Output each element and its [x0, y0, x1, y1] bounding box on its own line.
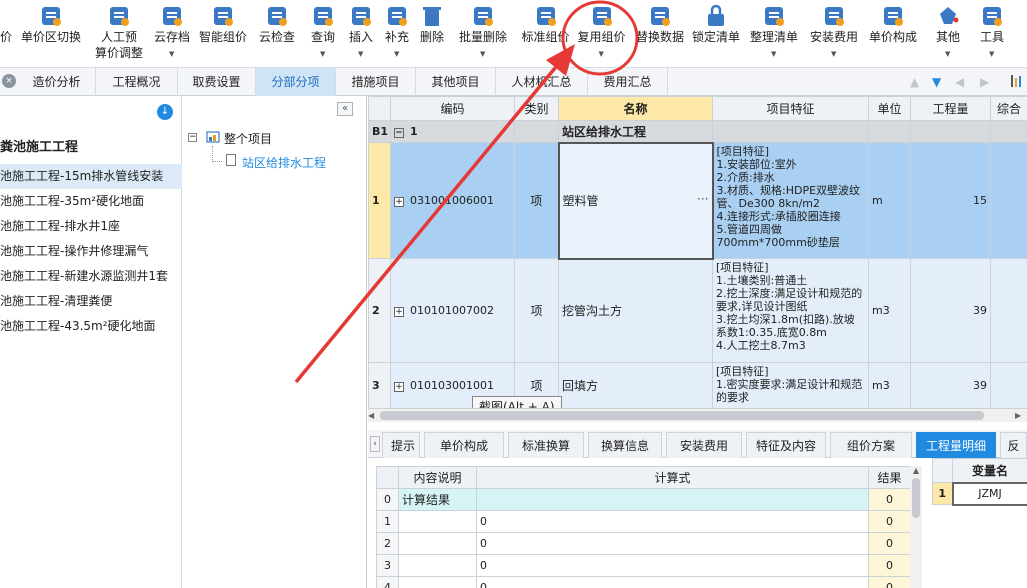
annotation-overlay: [294, 0, 639, 384]
highlight-circle: [561, 0, 639, 76]
annotation-arrow-line: [294, 60, 562, 384]
